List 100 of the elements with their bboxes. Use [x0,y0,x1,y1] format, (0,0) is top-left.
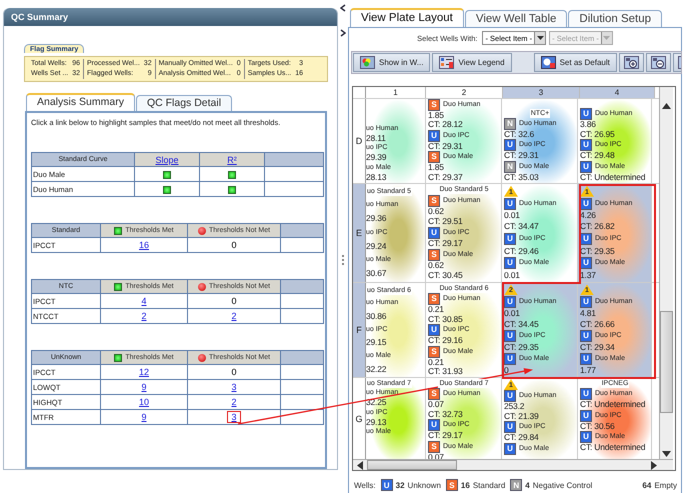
target-value: 28.13 [366,172,388,182]
legend-text: Empty [654,480,677,490]
well-type-badge: U [504,139,516,151]
well-type-badge: U [504,233,516,246]
count-link[interactable]: 3 [228,412,240,422]
target-value: 0.01 [504,309,521,319]
row-header[interactable]: D [353,99,366,183]
column-link[interactable]: R² [227,154,237,164]
well-type-badge: U [504,390,516,402]
count-text: 0 [231,240,236,250]
count-link[interactable]: 4 [141,296,146,306]
row-header[interactable]: G [353,378,366,459]
well-type-badge: U [428,419,440,431]
target-value: CT: Undetermined [580,400,646,410]
target-value: 0 [504,366,510,376]
legend-count: 64 [642,480,652,490]
well-type-badge: U [428,324,440,336]
target-value: CT: 29.35 [504,342,540,352]
well-type-badge: U [580,353,592,366]
well-type-badge: U [580,139,592,151]
column-header[interactable]: 4 [580,87,655,98]
legend-count: 16 [460,480,470,490]
legend-text: Standard [472,480,506,490]
target-value: 32.22 [366,364,388,374]
target-value: 253.2 [504,402,526,412]
well-type-badge: S [428,440,440,452]
well-type-badge: S [428,388,440,400]
legend-count: 32 [396,480,405,490]
well-type-badge: U [504,296,516,308]
well-type-badge: S [428,194,440,207]
well-type-badge: U [580,108,592,120]
count-link[interactable]: 2 [141,311,146,321]
target-value: 0.21 [428,358,445,367]
well-type-badge: U [580,410,592,422]
tab[interactable]: View Plate Layout [350,8,464,27]
target-value: CT: 30.85 [428,314,464,324]
count-text: 0 [231,296,236,306]
toolbar-button[interactable]: View Legend [432,53,512,72]
target-value: CT: 32.6 [504,130,536,139]
tab[interactable]: Analysis Summary [26,93,135,111]
row-header[interactable]: E [353,184,366,282]
well-type-badge: S [428,346,440,358]
target-value: CT: 29.17 [428,431,464,440]
target-value: 0.07 [428,400,445,410]
tab[interactable]: QC Flags Detail [136,95,232,111]
toolbar-button[interactable]: Show in W... [353,53,430,72]
target-value: CT: 29.84 [504,433,540,442]
count-link[interactable]: 2 [231,397,236,407]
column-header[interactable]: 3 [503,87,580,98]
target-value: CT: 28.12 [428,120,464,130]
well-type-badge: U [428,226,440,239]
column-link[interactable]: Slope [155,154,179,164]
well-type-badge: S [428,248,440,261]
legend-count: 4 [525,480,530,490]
target-value: CT: 34.45 [504,320,540,330]
count-link[interactable]: 9 [141,412,146,422]
count-link[interactable]: 10 [138,397,149,407]
target-value: 3.86 [580,120,597,130]
well-type-badge: U [580,198,592,210]
count-link[interactable]: 12 [138,367,149,377]
target-value: CT: Undetermined [580,443,646,452]
well-type-badge: U [504,421,516,433]
tab[interactable]: Dilution Setup [568,10,662,27]
target-value: CT: Undetermined [580,172,646,182]
target-value: CT: 26.66 [580,320,616,330]
well-type-badge: U [580,296,592,308]
target-value: 1.77 [580,366,597,376]
legend-text: Negative Control [532,480,592,490]
well-type-badge: U [504,353,516,366]
target-value: 29.36 [366,214,388,224]
target-value: CT: 30.56 [580,422,616,431]
target-value: 0.62 [428,206,445,216]
target-value: CT: 29.17 [428,239,464,249]
well-type-badge: N [504,118,516,130]
legend-text: Unknown [408,480,441,490]
well-type-badge: U [380,479,393,491]
well-type-badge: U [504,330,516,342]
target-value: CT: 29.37 [428,172,464,182]
target-value: CT: 29.34 [580,342,616,352]
well-type-badge: N [510,479,522,491]
well-type-badge: U [580,330,592,342]
panel-title: QC Summary [4,8,338,26]
count-text: 0 [231,367,236,377]
target-value: 30.86 [366,312,388,322]
toolbar-button[interactable]: Set as Default [534,53,617,72]
row-header[interactable]: F [353,283,366,377]
count-link[interactable]: 16 [138,240,149,250]
target-value: CT: 29.51 [428,216,464,226]
target-value: CT: 29.16 [428,336,464,346]
count-link[interactable]: 2 [231,311,236,321]
target-value: CT: 21.39 [504,412,540,421]
target-value: CT: 31.93 [428,367,464,376]
count-link[interactable]: 9 [141,382,146,392]
target-value: CT: 30.45 [428,271,464,281]
well-type-badge: U [580,388,592,400]
column-header[interactable]: 1 [366,87,426,98]
count-link[interactable]: 3 [231,382,236,392]
well-type-badge: S [446,479,458,491]
tab[interactable]: View Well Table [464,10,568,27]
well-type-badge: U [504,198,516,210]
